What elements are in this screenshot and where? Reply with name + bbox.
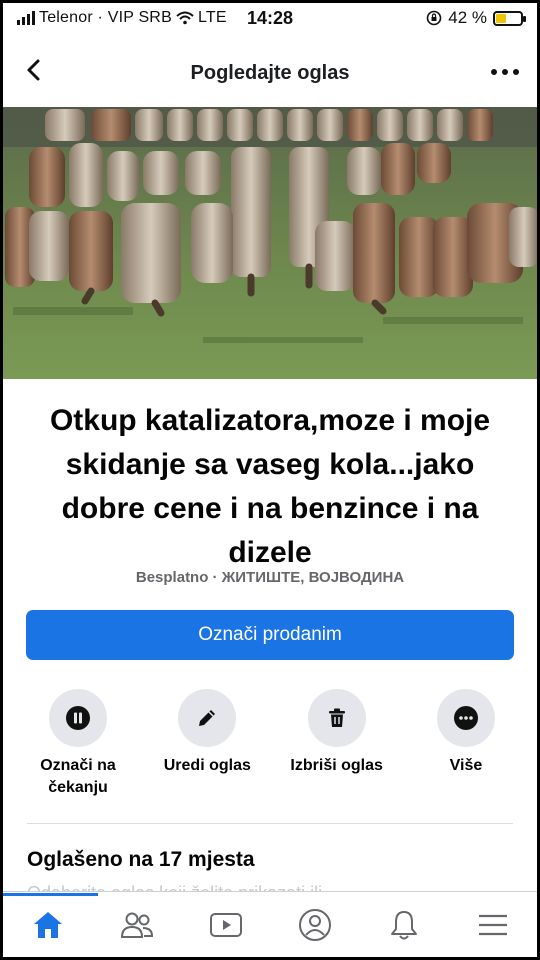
mark-pending-action[interactable]: Označi na čekanju [17,689,139,809]
page-title: Pogledajte oglas [190,62,350,84]
status-bar: Telenor · VIP SRB LTE 14:28 42 % [3,3,537,33]
section-divider [27,823,513,824]
nav-friends[interactable] [107,895,167,955]
battery-percent: 42 % [448,8,487,27]
menu-icon [478,914,507,935]
edit-listing-label: Uredi oglas [163,757,251,774]
dot-icon [513,69,519,75]
listing-photo[interactable] [3,107,537,379]
nav-watch[interactable] [196,895,256,955]
nav-profile[interactable] [285,895,345,955]
listing-actions: Označi na čekanju Uredi oglas Izbriši og… [17,689,527,809]
dot-icon [502,69,508,75]
nav-menu[interactable] [463,895,523,955]
status-right: 42 % [426,8,526,28]
listing-title: Otkup katalizatora,moze i moje skidanje … [49,404,491,569]
top-app-bar: Pogledajte oglas [3,43,537,101]
battery-icon [493,10,526,26]
mark-pending-label: Označi na čekanju [40,757,116,796]
more-label: Više [449,757,483,774]
delete-listing-button[interactable] [307,689,366,747]
dot-icon [491,69,497,75]
delete-listing-action[interactable]: Izbriši oglas [276,689,398,809]
profile-icon [298,908,331,941]
pencil-icon [199,710,216,726]
mark-as-sold-button[interactable]: Označi prodanim [26,610,514,660]
nav-notifications[interactable] [374,895,434,955]
edit-listing-action[interactable]: Uredi oglas [146,689,268,809]
pause-icon [66,706,90,730]
listed-places-title: Oglašeno na 17 mjesta [27,848,255,871]
listing-meta: Besplatno · ЖИТИШТЕ, ВОЈВОДИНА [135,569,405,586]
trash-icon [328,708,345,727]
more-icon [453,706,478,730]
more-button[interactable] [436,689,495,747]
friends-icon [120,912,153,938]
catalytic-converters-photo [3,107,537,379]
mark-pending-button[interactable] [49,689,107,747]
watch-icon [209,912,242,937]
battery-fill [496,13,506,23]
bottom-navigation [3,891,537,957]
nav-home[interactable] [3,892,98,955]
home-icon [33,911,62,938]
notifications-icon [390,910,417,939]
more-action[interactable]: Više [405,689,527,809]
delete-listing-label: Izbriši oglas [290,757,383,774]
rotation-lock-icon [426,10,442,26]
edit-listing-button[interactable] [178,689,237,747]
app-frame: Telenor · VIP SRB LTE 14:28 42 % Pogleda… [3,3,537,957]
more-options-button[interactable] [485,57,525,87]
